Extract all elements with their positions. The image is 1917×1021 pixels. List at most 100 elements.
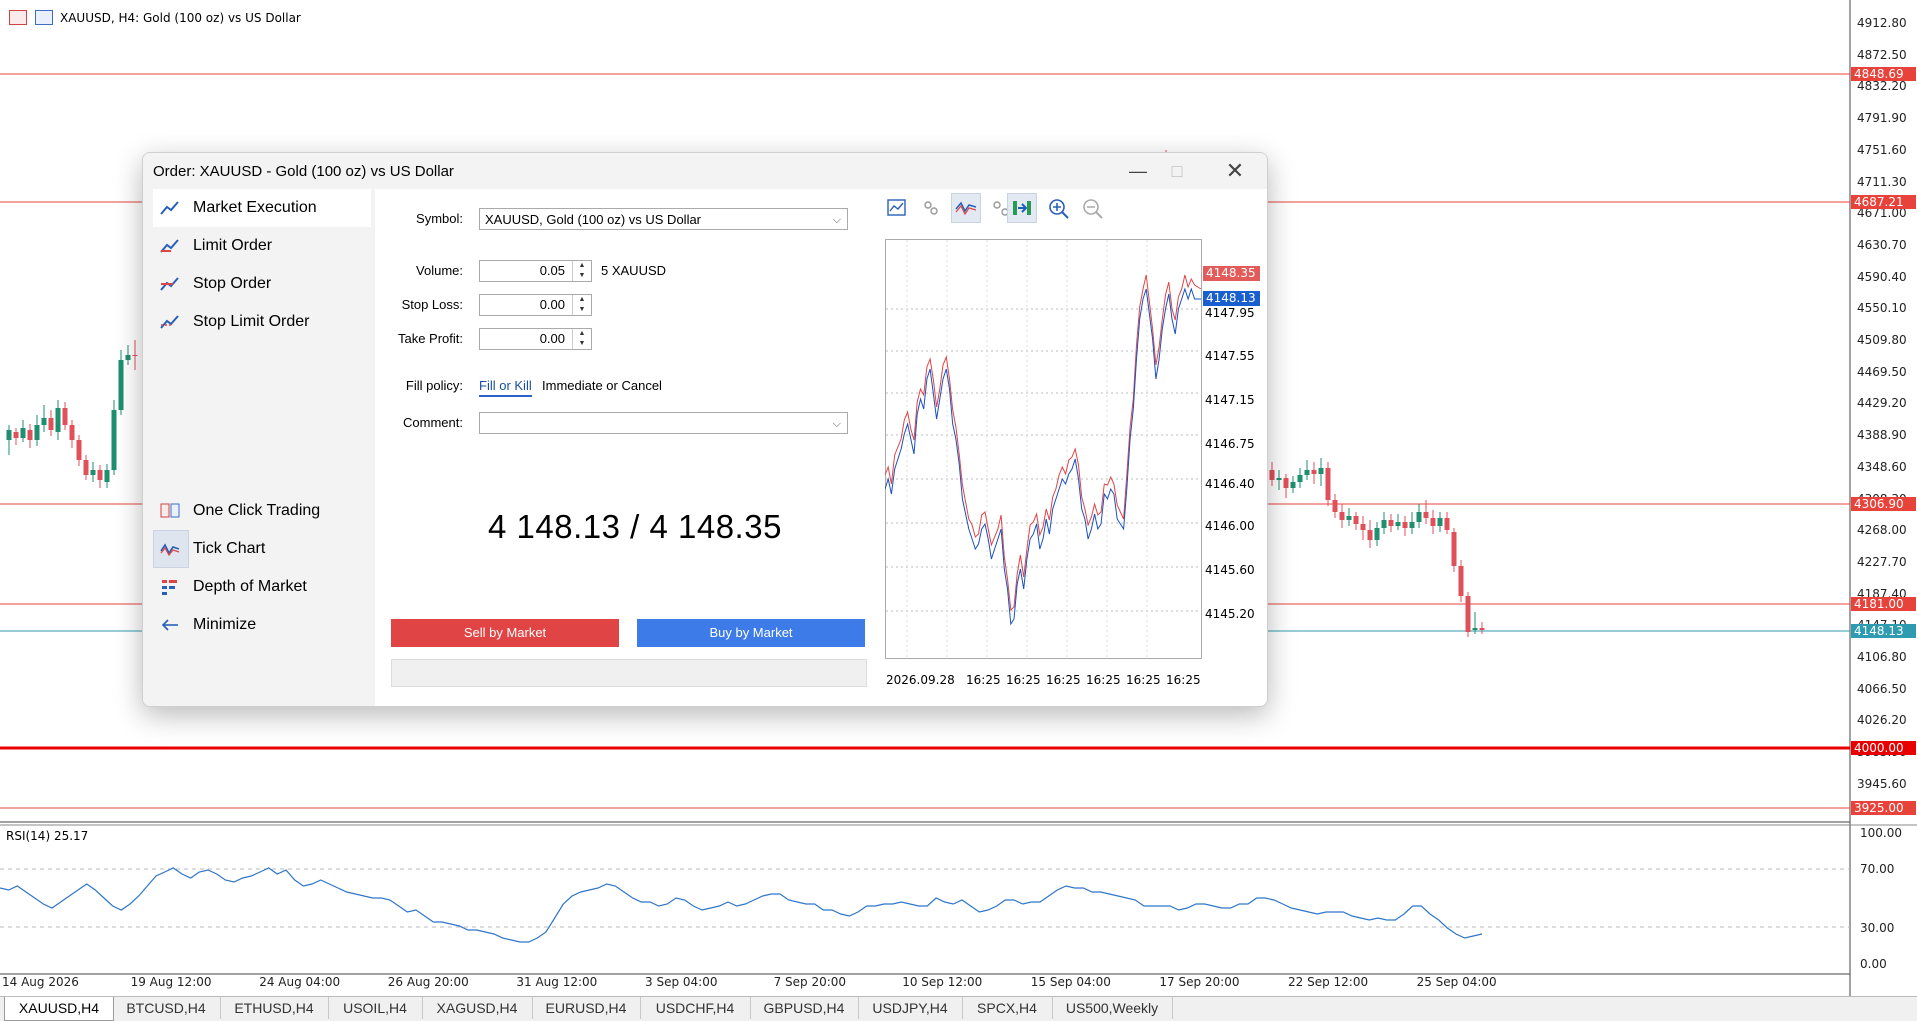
sell-by-market-button[interactable]: Sell by Market xyxy=(391,619,619,647)
zoom-out-icon[interactable] xyxy=(1081,197,1105,219)
sidebar-item-depth-of-market[interactable]: Depth of Market xyxy=(153,568,371,606)
sidebar-item-tick-chart[interactable]: Tick Chart xyxy=(153,530,371,568)
buy-by-market-button[interactable]: Buy by Market xyxy=(637,619,865,647)
candle-body xyxy=(1304,470,1310,475)
sidebar-item-stop-order[interactable]: Stop Order xyxy=(153,265,371,303)
dialog-titlebar[interactable]: Order: XAUUSD - Gold (100 oz) vs US Doll… xyxy=(143,153,1267,189)
chart-type-icon[interactable] xyxy=(885,197,909,219)
rsi-label: RSI(14) 25.17 xyxy=(6,829,89,843)
maximize-window-button[interactable]: □ xyxy=(1154,153,1200,189)
candle-body xyxy=(1472,628,1478,630)
candle-body xyxy=(1360,524,1366,530)
candle-body xyxy=(48,418,54,430)
sidebar-item-one-click-trading[interactable]: One Click Trading xyxy=(153,492,371,530)
candle-body xyxy=(1451,532,1457,566)
price-axis-tick: 4388.90 xyxy=(1857,428,1907,443)
chart-data-icon[interactable] xyxy=(35,10,53,25)
time-axis-tick: 24 Aug 04:00 xyxy=(259,975,341,989)
symbol-tab[interactable]: ETHUSD,H4 xyxy=(220,997,329,1019)
volume-stepper[interactable]: 0.05 ▲ ▼ xyxy=(479,260,592,282)
price-axis-tick: 4630.70 xyxy=(1857,237,1907,252)
tick-price-label: 4146.40 xyxy=(1205,477,1255,491)
sidebar-item-stop-limit-order[interactable]: Stop Limit Order xyxy=(153,303,371,341)
candle-body xyxy=(104,470,110,482)
symbol-select[interactable]: XAUUSD, Gold (100 oz) vs US Dollar ⌵ xyxy=(479,208,848,230)
symbol-tab[interactable]: USDCHF,H4 xyxy=(640,997,751,1019)
fill-policy-option-fill-or-kill[interactable]: Fill or Kill xyxy=(479,378,532,397)
candle-body xyxy=(1458,566,1464,596)
tick-price-label: 4145.60 xyxy=(1205,563,1255,577)
candle-body xyxy=(1339,512,1345,520)
candle-body xyxy=(62,408,68,425)
tick-time-label: 16:25 xyxy=(966,673,1001,687)
tick-chart[interactable] xyxy=(885,239,1203,659)
order-dialog: Order: XAUUSD - Gold (100 oz) vs US Doll… xyxy=(142,152,1268,707)
symbol-tab[interactable]: US500,Weekly xyxy=(1052,997,1173,1019)
candle-body xyxy=(1367,530,1373,540)
symbol-tab[interactable]: BTCUSD,H4 xyxy=(112,997,221,1019)
comment-label: Comment: xyxy=(403,415,463,430)
time-axis-tick: 10 Sep 12:00 xyxy=(902,975,983,989)
sidebar-item-minimize[interactable]: Minimize xyxy=(153,606,371,644)
candle-body xyxy=(90,470,96,475)
price-level-badge: 4687.21 xyxy=(1851,195,1916,209)
take-profit-stepper[interactable]: 0.00 ▲ ▼ xyxy=(479,328,592,350)
candle-body xyxy=(1353,516,1359,524)
price-axis-tick: 4832.20 xyxy=(1857,79,1907,94)
volume-label: Volume: xyxy=(416,263,463,278)
symbol-tab[interactable]: XAGUSD,H4 xyxy=(422,997,533,1019)
bid-price-badge: 4148.13 xyxy=(1203,291,1260,306)
one-click-trading-icon xyxy=(160,503,180,518)
candle-body xyxy=(55,408,61,432)
price-level-badge: 4306.90 xyxy=(1851,497,1916,511)
stop-loss-stepper[interactable]: 0.00 ▲ ▼ xyxy=(479,294,592,316)
candle-body xyxy=(27,430,33,440)
time-axis-tick: 19 Aug 12:00 xyxy=(130,975,212,989)
price-axis-tick: 4872.50 xyxy=(1857,47,1907,62)
candle-body xyxy=(125,355,131,360)
price-level-badge: 4148.13 xyxy=(1851,624,1916,638)
symbol-tab[interactable]: USDJPY,H4 xyxy=(858,997,963,1019)
take-profit-stepper-arrows[interactable]: ▲ ▼ xyxy=(572,329,591,349)
symbol-tab[interactable]: XAUUSD,H4 xyxy=(4,997,114,1021)
tick-price-label: 4147.15 xyxy=(1205,393,1255,407)
comment-input[interactable]: ⌵ xyxy=(479,412,848,434)
price-axis-tick: 4912.80 xyxy=(1857,16,1907,30)
order-type-sidebar: Market Execution Limit Order Stop Order … xyxy=(143,189,375,706)
candle-body xyxy=(132,355,138,356)
price-axis-tick: 4590.40 xyxy=(1857,269,1907,284)
symbol-select-value: XAUUSD, Gold (100 oz) vs US Dollar xyxy=(485,212,702,227)
symbol-tab[interactable]: USOIL,H4 xyxy=(328,997,423,1019)
price-axis-tick: 4550.10 xyxy=(1857,301,1907,316)
volume-stepper-arrows[interactable]: ▲ ▼ xyxy=(572,261,591,281)
price-axis-tick: 4026.20 xyxy=(1857,713,1907,728)
rsi-axis-tick: 30.00 xyxy=(1860,921,1895,935)
autoscroll-icon xyxy=(1013,201,1031,215)
tick-time-label: 16:25 xyxy=(1126,673,1161,687)
candle-body xyxy=(1437,518,1443,526)
sidebar-item-limit-order[interactable]: Limit Order xyxy=(153,227,371,265)
candle-body xyxy=(41,418,47,425)
symbol-tab[interactable]: GBPUSD,H4 xyxy=(750,997,859,1019)
tick-price-label: 4146.75 xyxy=(1205,437,1255,451)
sidebar-item-label: Minimize xyxy=(193,616,257,633)
price-axis-tick: 4469.50 xyxy=(1857,364,1907,379)
candle-body xyxy=(1276,478,1282,480)
time-axis-tick: 14 Aug 2026 xyxy=(2,975,79,989)
stop-loss-stepper-arrows[interactable]: ▲ ▼ xyxy=(572,295,591,315)
zoom-in-icon[interactable] xyxy=(1047,197,1071,219)
settings-icon[interactable] xyxy=(919,197,943,219)
depth-of-market-icon xyxy=(162,580,177,595)
tick-time-label: 16:25 xyxy=(1086,673,1121,687)
sidebar-item-label: Stop Order xyxy=(193,275,272,292)
price-axis-tick: 4791.90 xyxy=(1857,111,1907,126)
symbol-tab[interactable]: SPCX,H4 xyxy=(962,997,1053,1019)
sidebar-item-market-execution[interactable]: Market Execution xyxy=(153,189,371,227)
chart-list-icon[interactable] xyxy=(9,10,27,25)
symbol-tab[interactable]: EURUSD,H4 xyxy=(532,997,641,1019)
tick-time-label: 2026.09.28 xyxy=(886,673,955,687)
close-window-button[interactable]: ✕ xyxy=(1212,153,1258,189)
candle-body xyxy=(1381,520,1387,528)
fill-policy-option-immediate-or-cancel[interactable]: Immediate or Cancel xyxy=(542,378,662,393)
price-axis-tick: 4348.60 xyxy=(1857,459,1907,474)
